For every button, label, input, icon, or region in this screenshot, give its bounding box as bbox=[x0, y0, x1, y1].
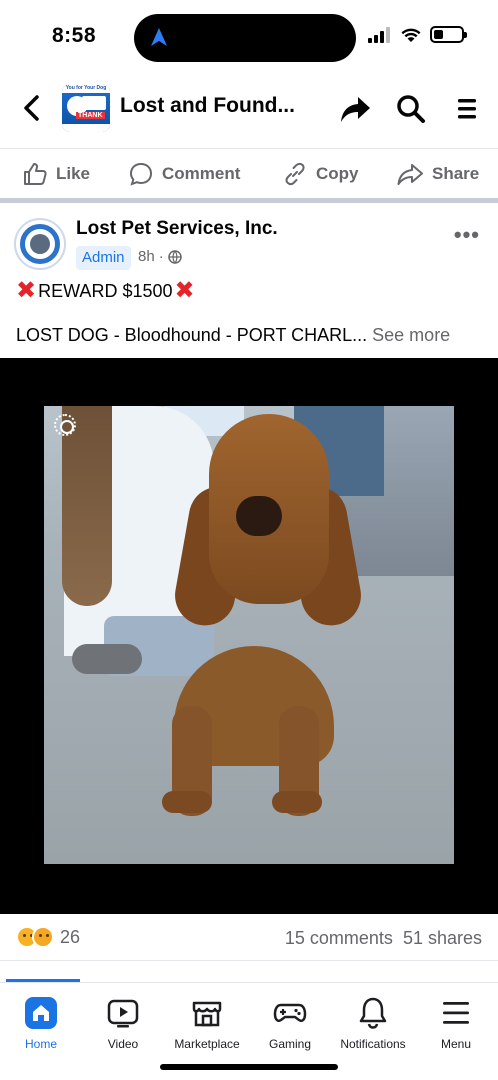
post-meta: 8h · bbox=[138, 248, 182, 265]
battery-icon bbox=[430, 26, 467, 43]
video-icon bbox=[107, 999, 139, 1028]
post-text: LOST DOG - Bloodhound - PORT CHARL... Se… bbox=[16, 325, 450, 346]
search-icon[interactable] bbox=[394, 92, 428, 126]
link-icon bbox=[285, 162, 305, 186]
status-bar: 8:58 bbox=[0, 0, 498, 70]
reaction-count: 26 bbox=[60, 926, 81, 947]
tab-home[interactable]: Home bbox=[0, 995, 86, 1051]
group-title[interactable]: Lost and Found... bbox=[120, 94, 295, 118]
share-arrow-icon[interactable] bbox=[338, 92, 372, 126]
bloodhound-photo[interactable] bbox=[44, 406, 454, 864]
like-label: Like bbox=[56, 164, 91, 183]
admin-badge: Admin bbox=[76, 246, 131, 270]
comments-count[interactable]: 15 comments bbox=[285, 928, 393, 949]
author-avatar[interactable] bbox=[14, 218, 66, 270]
status-icons bbox=[368, 26, 467, 43]
tab-gaming-label: Gaming bbox=[268, 1037, 312, 1051]
post-photo-frame[interactable] bbox=[0, 358, 498, 914]
reward-line: ✖ REWARD $1500 ✖ bbox=[16, 277, 195, 304]
sad-reaction-icon bbox=[32, 926, 54, 948]
group-avatar[interactable]: You for Your Dog THANK bbox=[62, 84, 110, 132]
marketplace-icon bbox=[192, 1001, 222, 1027]
tab-notifications-label: Notifications bbox=[340, 1037, 406, 1051]
share-arrow-icon bbox=[397, 164, 423, 185]
back-chevron-icon[interactable] bbox=[18, 92, 46, 124]
battery-fill bbox=[434, 30, 444, 39]
tab-marketplace[interactable]: Marketplace bbox=[162, 995, 252, 1051]
engagement-counts: 15 comments 51 shares bbox=[285, 928, 482, 949]
dynamic-island bbox=[134, 14, 356, 62]
post-body: LOST DOG - Bloodhound - PORT CHARL... bbox=[16, 325, 368, 345]
globe-icon bbox=[167, 249, 182, 264]
share-label: Share bbox=[432, 164, 480, 183]
tab-video[interactable]: Video bbox=[78, 995, 168, 1051]
share-button[interactable]: Share bbox=[396, 161, 479, 187]
bell-icon bbox=[359, 997, 387, 1029]
location-arrow-icon bbox=[151, 28, 167, 46]
speech-bubble-icon bbox=[129, 162, 153, 186]
tab-home-label: Home bbox=[24, 1037, 57, 1051]
see-more-link[interactable]: See more bbox=[372, 325, 450, 345]
tab-marketplace-label: Marketplace bbox=[174, 1037, 240, 1051]
like-button[interactable]: Like bbox=[22, 161, 90, 187]
status-time: 8:58 bbox=[52, 24, 97, 47]
shares-count[interactable]: 51 shares bbox=[403, 928, 482, 949]
wifi-icon bbox=[401, 28, 421, 42]
copy-label: Copy bbox=[316, 164, 359, 183]
tab-gaming[interactable]: Gaming bbox=[245, 995, 335, 1051]
live-photo-icon[interactable] bbox=[54, 414, 76, 436]
group-avatar-badge: THANK bbox=[76, 112, 105, 119]
copy-link-button[interactable]: Copy bbox=[282, 161, 359, 187]
post-author-name[interactable]: Lost Pet Services, Inc. bbox=[76, 218, 278, 240]
group-avatar-top-text: You for Your Dog bbox=[62, 84, 110, 93]
red-x-icon: ✖ bbox=[174, 277, 195, 304]
red-x-icon: ✖ bbox=[16, 277, 37, 304]
comment-button[interactable]: Comment bbox=[128, 161, 240, 187]
home-icon bbox=[25, 997, 57, 1029]
home-indicator[interactable] bbox=[160, 1064, 338, 1070]
cellular-signal-icon bbox=[368, 26, 390, 43]
post-more-options-icon[interactable]: ••• bbox=[454, 222, 480, 248]
tab-notifications[interactable]: Notifications bbox=[328, 995, 418, 1051]
thumbs-up-icon bbox=[24, 163, 47, 185]
section-divider bbox=[0, 198, 498, 203]
group-action-row: Like Comment Copy Share bbox=[0, 148, 498, 198]
hamburger-menu-icon bbox=[443, 1002, 469, 1024]
game-controller-icon bbox=[273, 1003, 307, 1022]
reward-text: REWARD $1500 bbox=[38, 280, 173, 301]
post-actions-peek bbox=[0, 960, 498, 982]
post-time[interactable]: 8h bbox=[138, 248, 155, 265]
hamburger-menu-icon[interactable] bbox=[450, 92, 484, 126]
tab-video-label: Video bbox=[107, 1037, 139, 1051]
reactions-summary[interactable]: 26 bbox=[16, 926, 80, 948]
tab-menu[interactable]: Menu bbox=[411, 995, 498, 1051]
comment-label: Comment bbox=[162, 164, 241, 183]
tab-menu-label: Menu bbox=[440, 1037, 472, 1051]
group-header: You for Your Dog THANK Lost and Found... bbox=[0, 78, 498, 138]
